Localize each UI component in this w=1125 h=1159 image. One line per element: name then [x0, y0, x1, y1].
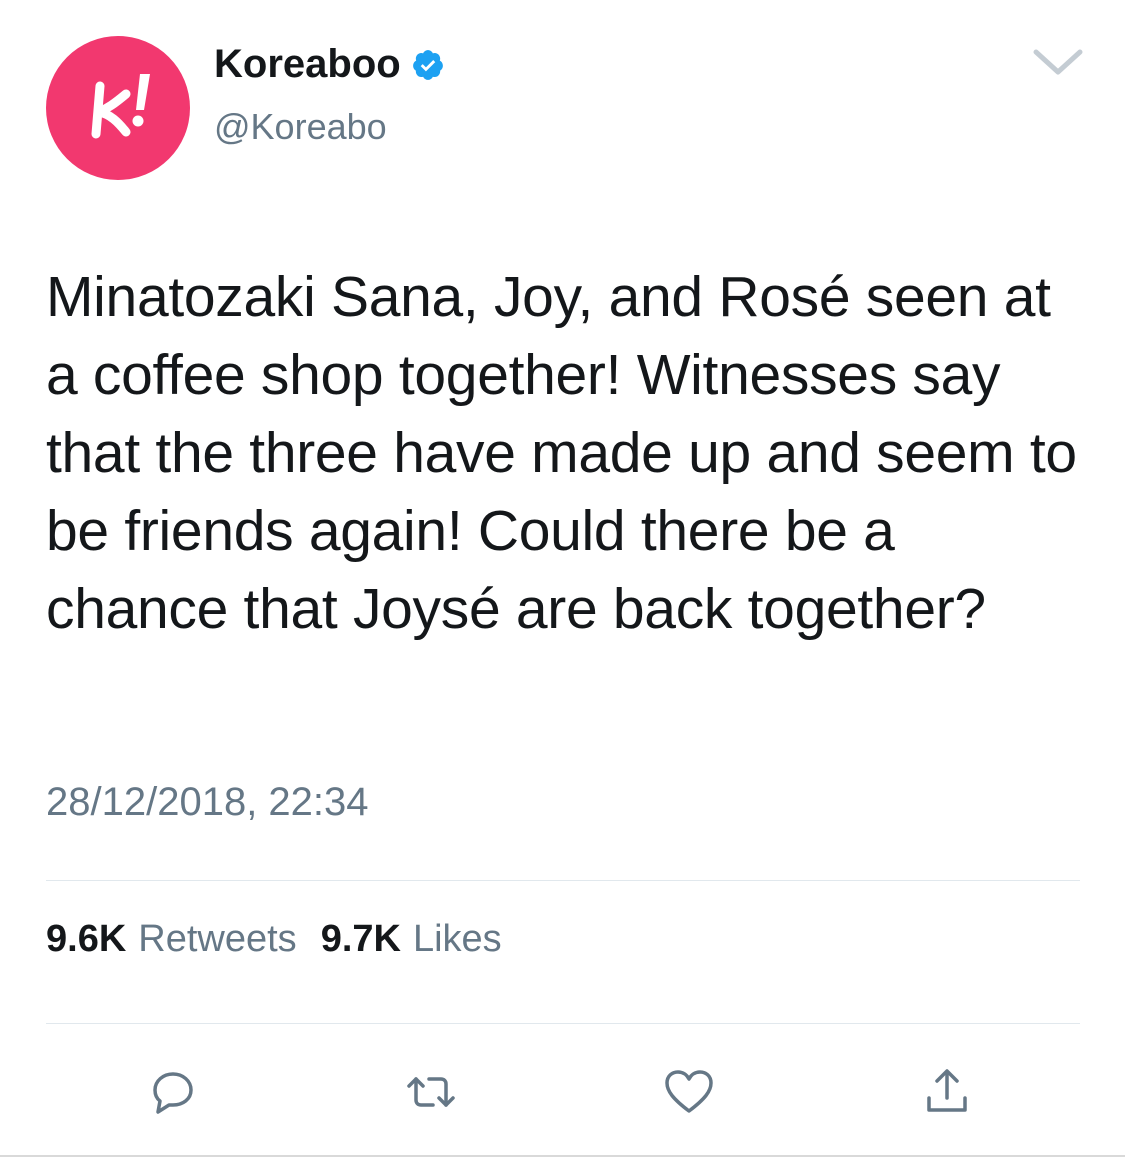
share-button[interactable] [915, 1060, 979, 1124]
chevron-down-icon[interactable] [1030, 42, 1086, 82]
reply-button[interactable] [141, 1060, 205, 1124]
verified-badge-icon [411, 48, 445, 82]
author-display-name: Koreaboo [214, 42, 401, 86]
heart-icon [665, 1070, 713, 1113]
retweets-stat[interactable]: 9.6K Retweets [46, 918, 297, 961]
retweets-label: Retweets [138, 918, 297, 960]
tweet-timestamp[interactable]: 28/12/2018, 22:34 [46, 780, 369, 825]
share-icon [927, 1069, 967, 1112]
tweet-card: Koreaboo @Koreabo Minatozaki Sana, Joy, … [0, 0, 1125, 1159]
likes-label: Likes [412, 918, 502, 960]
divider [46, 880, 1080, 881]
bottom-border [0, 1155, 1125, 1157]
retweet-icon [407, 1077, 455, 1107]
tweet-text: Minatozaki Sana, Joy, and Rosé seen at a… [46, 265, 1077, 641]
retweet-button[interactable] [399, 1060, 463, 1124]
tweet-stats: 9.6K Retweets 9.7K Likes [46, 918, 502, 961]
tweet-actions [0, 1060, 1125, 1124]
koreaboo-logo-icon [91, 74, 150, 139]
likes-count: 9.7K [320, 918, 401, 960]
reply-icon [153, 1072, 193, 1114]
author-name[interactable]: Koreaboo [214, 42, 445, 87]
author-handle[interactable]: @Koreabo [214, 106, 387, 148]
avatar[interactable] [46, 36, 190, 180]
divider [46, 1023, 1080, 1024]
retweets-count: 9.6K [46, 918, 127, 960]
likes-stat[interactable]: 9.7K Likes [321, 918, 502, 961]
like-button[interactable] [657, 1060, 721, 1124]
